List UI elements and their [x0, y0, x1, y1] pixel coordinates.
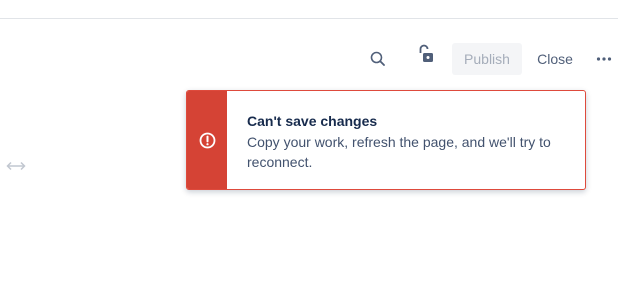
- error-flag-title: Can't save changes: [247, 113, 378, 129]
- search-icon[interactable]: [368, 49, 388, 69]
- editor-toolbar: Publish Close: [328, 43, 618, 75]
- publish-button[interactable]: Publish: [452, 43, 522, 75]
- unlocked-padlock-icon[interactable]: [416, 43, 436, 65]
- editor-page: Publish Close Can't save changes Copy yo…: [0, 0, 618, 285]
- error-exclamation-icon: [199, 132, 216, 149]
- error-flag: Can't save changes Copy your work, refre…: [186, 90, 586, 190]
- close-button[interactable]: Close: [530, 43, 580, 75]
- header-divider: [0, 18, 618, 19]
- more-horizontal-icon[interactable]: [594, 49, 614, 69]
- horizontal-resize-arrows-icon[interactable]: [5, 159, 27, 171]
- error-flag-message: Copy your work, refresh the page, and we…: [247, 134, 551, 170]
- error-flag-accent-bar: [187, 91, 227, 189]
- error-flag-body: Can't save changes Copy your work, refre…: [247, 112, 557, 172]
